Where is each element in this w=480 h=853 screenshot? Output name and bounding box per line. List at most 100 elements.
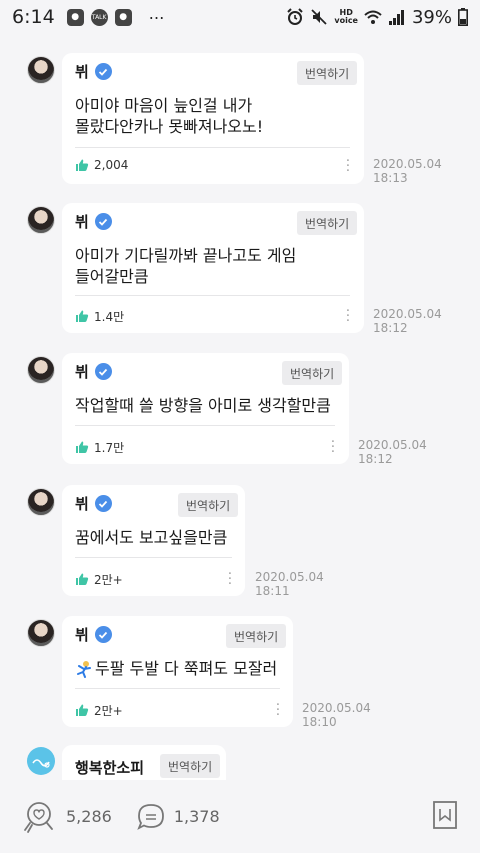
avatar[interactable]	[27, 206, 55, 234]
timestamp: 2020.05.04 18:12	[373, 307, 442, 335]
like-button[interactable]: 1.7만	[75, 439, 124, 456]
timestamp: 2020.05.04 18:10	[302, 701, 371, 729]
mute-icon	[311, 9, 327, 25]
comment-bubble-icon	[137, 803, 164, 830]
translate-button[interactable]: 번역하기	[160, 754, 221, 778]
thumbs-up-icon	[76, 159, 89, 171]
author-name[interactable]: 뷔	[75, 211, 112, 232]
comment-text: 아미가 기다릴까봐 끝나고도 게임 들어갈만큼	[75, 246, 297, 286]
timestamp-time: 18:13	[373, 171, 408, 185]
like-button[interactable]: 2만+	[75, 571, 123, 588]
timestamp-time: 18:12	[373, 321, 408, 335]
thumbs-up-icon	[76, 310, 89, 322]
status-bar: 6:14 ● TALK ● ⋯ HD voice 39%	[0, 0, 480, 34]
author-name[interactable]: 뷔	[75, 361, 112, 382]
avatar[interactable]	[27, 488, 55, 516]
comment-bubble: 뷔 번역하기 아미야 마음이 늪인걸 내가 몰랐다안카나 못빠져나오노! 2,0…	[62, 53, 364, 184]
like-count: 1.4만	[94, 310, 125, 324]
verified-icon	[94, 63, 112, 80]
talk-icon: TALK	[90, 8, 108, 26]
timestamp-date: 2020.05.04	[358, 438, 427, 452]
verified-icon	[94, 626, 112, 643]
battery-percent: 39%	[411, 6, 452, 28]
like-button[interactable]: 1.4만	[75, 308, 124, 325]
more-options-icon[interactable]: · · ·	[343, 155, 353, 178]
avatar[interactable]	[27, 747, 55, 775]
reactions-button[interactable]: 5,286	[22, 800, 112, 834]
comment-count: 1,378	[173, 807, 220, 826]
wifi-icon	[364, 10, 382, 24]
avatar-doodle-icon	[32, 759, 50, 768]
author-name[interactable]: 뷔	[75, 493, 112, 514]
signal-icon	[388, 10, 404, 25]
author-name[interactable]: 뷔	[75, 61, 112, 82]
comment-text-row: 두팔 두발 다 쭉펴도 모잘러	[75, 658, 277, 679]
timestamp-date: 2020.05.04	[373, 307, 442, 321]
dancing-emoticon-icon	[77, 660, 91, 678]
thumbs-up-icon	[76, 573, 89, 585]
author-label: 뷔	[75, 363, 89, 381]
like-button[interactable]: 2,004	[75, 158, 128, 172]
more-options-icon[interactable]: · · ·	[328, 436, 338, 459]
timestamp: 2020.05.04 18:11	[255, 570, 324, 598]
comment-text: 아미야 마음이 늪인걸 내가 몰랐다안카나 못빠져나오노!	[75, 96, 264, 136]
author-label: 뷔	[75, 63, 89, 81]
more-notifications-icon: ⋯	[148, 7, 166, 27]
comment-bubble: 행복한소피 번역하기	[62, 745, 226, 785]
translate-button[interactable]: 번역하기	[297, 61, 358, 85]
alarm-icon	[287, 8, 304, 25]
avatar[interactable]	[27, 356, 55, 384]
more-options-icon[interactable]: · · ·	[343, 305, 353, 328]
clock: 6:14	[12, 6, 55, 28]
timestamp-time: 18:12	[358, 452, 393, 466]
like-count: 1.7만	[94, 441, 125, 455]
author-label: 뷔	[75, 626, 89, 644]
divider	[75, 425, 335, 426]
bookmark-icon	[433, 800, 457, 829]
voice-label: voice	[334, 16, 358, 25]
translate-button[interactable]: 번역하기	[178, 493, 239, 517]
divider	[75, 147, 350, 148]
timestamp-date: 2020.05.04	[302, 701, 371, 715]
bottom-action-bar: 5,286 1,378	[0, 780, 480, 853]
avatar[interactable]	[27, 56, 55, 84]
timestamp-time: 18:11	[255, 584, 290, 598]
translate-button[interactable]: 번역하기	[226, 624, 287, 648]
chat-bubble-icon: ●	[66, 8, 84, 26]
like-button[interactable]: 2만+	[75, 702, 123, 719]
like-count: 2만+	[94, 573, 123, 587]
comment-bubble: 뷔 번역하기 꿈에서도 보고싶을만큼 2만+ · · ·	[62, 485, 245, 596]
verified-icon	[94, 213, 112, 230]
hd-voice-icon: HD voice	[334, 9, 358, 25]
author-label: 행복한소피	[75, 759, 145, 777]
translate-button[interactable]: 번역하기	[282, 361, 343, 385]
timestamp-date: 2020.05.04	[255, 570, 324, 584]
bookmark-button[interactable]	[432, 800, 458, 834]
battery-icon	[458, 8, 468, 26]
author-label: 뷔	[75, 495, 89, 513]
comment-text: 꿈에서도 보고싶을만큼	[75, 528, 228, 547]
verified-icon	[94, 363, 112, 380]
divider	[75, 557, 232, 558]
comments-button[interactable]: 1,378	[136, 802, 220, 832]
comment-text: 두팔 두발 다 쭉펴도 모잘러	[95, 659, 278, 678]
divider	[75, 295, 350, 296]
avatar[interactable]	[27, 619, 55, 647]
translate-button[interactable]: 번역하기	[297, 211, 358, 235]
more-options-icon[interactable]: · · ·	[225, 568, 235, 591]
timestamp: 2020.05.04 18:12	[358, 438, 427, 466]
comment-bubble: 뷔 번역하기 아미가 기다릴까봐 끝나고도 게임 들어갈만큼 1.4만 · · ·	[62, 203, 364, 333]
thumbs-up-icon	[76, 704, 89, 716]
verified-icon	[94, 495, 112, 512]
more-options-icon[interactable]: · · ·	[273, 699, 283, 722]
comment-text: 작업할때 쓸 방향을 아미로 생각할만큼	[75, 396, 331, 415]
author-name[interactable]: 행복한소피	[75, 757, 144, 778]
comment-bubble: 뷔 번역하기 작업할때 쓸 방향을 아미로 생각할만큼 1.7만 · · ·	[62, 353, 349, 464]
comment-bubble: 뷔 번역하기 두팔 두발 다 쭉펴도 모잘러 2만+ · · ·	[62, 616, 293, 727]
reaction-heart-icon	[24, 801, 53, 833]
timestamp-date: 2020.05.04	[373, 157, 442, 171]
reaction-count: 5,286	[66, 807, 112, 826]
chat-bubble-icon: ●	[114, 8, 132, 26]
timestamp-time: 18:10	[302, 715, 337, 729]
author-name[interactable]: 뷔	[75, 624, 112, 645]
